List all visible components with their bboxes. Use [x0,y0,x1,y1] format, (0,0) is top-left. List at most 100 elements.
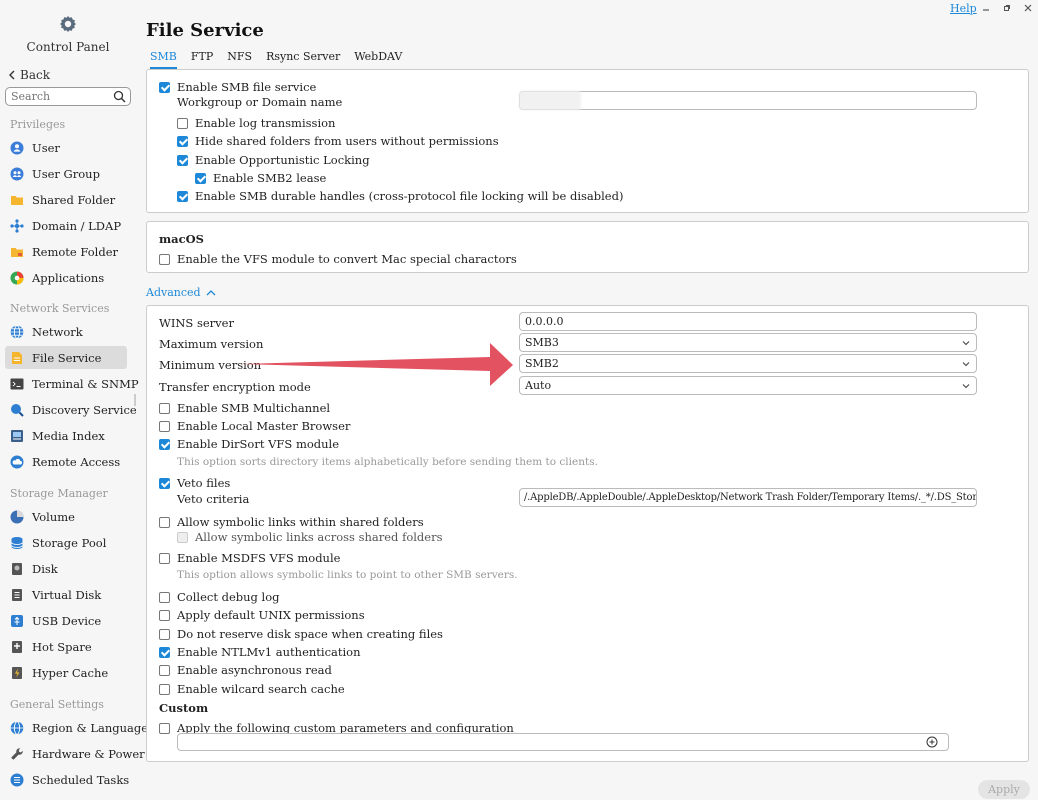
sidebar-item-applications[interactable]: Applications [5,266,127,289]
symlinks-within-checkbox[interactable] [159,516,170,528]
min-version-select[interactable]: SMB2 [519,354,977,373]
sidebar-item-hot-spare[interactable]: Hot Spare [5,635,127,658]
smb2-lease-checkbox[interactable] [195,172,206,184]
sidebar-item-usb-device[interactable]: USB Device [5,609,127,632]
ntlmv1-checkbox[interactable] [159,646,170,658]
symlinks-across-checkbox[interactable] [177,531,188,543]
debug-log-row[interactable]: Collect debug log [159,590,280,604]
sidebar-item-label: Network [32,324,83,339]
volume-icon [10,510,24,523]
workgroup-field[interactable] [519,91,977,110]
sidebar-item-shared-folder[interactable]: Shared Folder [5,188,127,211]
restore-icon[interactable] [1003,4,1011,12]
hide-shared-checkbox[interactable] [177,135,188,147]
vfs-mac-row[interactable]: Enable the VFS module to convert Mac spe… [159,252,517,266]
workgroup-input[interactable] [525,94,976,107]
ntlmv1-row[interactable]: Enable NTLMv1 authentication [159,645,361,659]
unix-perms-checkbox[interactable] [159,609,170,621]
section-general-settings: General Settings [10,698,104,711]
dirsort-row[interactable]: Enable DirSort VFS module [159,437,339,451]
sidebar-item-terminal-snmp[interactable]: Terminal & SNMP [5,372,139,395]
sidebar-item-hyper-cache[interactable]: Hyper Cache [5,661,127,684]
msdfs-checkbox[interactable] [159,552,170,564]
vfs-mac-checkbox[interactable] [159,253,170,265]
tab-ftp[interactable]: FTP [191,48,213,69]
enable-smb-checkbox[interactable] [159,81,170,93]
sidebar-item-file-service[interactable]: File Service [5,346,127,369]
dirsort-checkbox[interactable] [159,438,170,450]
msdfs-row[interactable]: Enable MSDFS VFS module [159,551,340,565]
search-icon[interactable] [113,90,126,103]
sidebar-item-remote-folder[interactable]: Remote Folder [5,240,127,263]
hide-shared-row[interactable]: Hide shared folders from users without p… [177,134,499,148]
sidebar-item-volume[interactable]: Volume [5,505,127,528]
sidebar-item-user-group[interactable]: User Group [5,162,127,185]
discovery-icon [11,403,24,417]
veto-files-row[interactable]: Veto files [159,476,230,490]
sidebar-item-user[interactable]: User [5,136,127,159]
custom-params-input[interactable] [183,735,948,749]
multichannel-row[interactable]: Enable SMB Multichannel [159,401,330,415]
enable-log-checkbox[interactable] [177,117,188,129]
apply-button[interactable]: Apply [978,780,1030,799]
custom-params-field[interactable] [177,733,949,751]
no-reserve-checkbox[interactable] [159,628,170,640]
max-version-select[interactable]: SMB3 [519,333,977,352]
tab-rsync-server[interactable]: Rsync Server [266,48,340,69]
user-icon [10,141,24,154]
wins-input[interactable] [525,315,976,328]
smb2-lease-row[interactable]: Enable SMB2 lease [195,171,326,185]
search-input[interactable] [6,88,106,105]
sidebar-item-region-language[interactable]: Region & Language [5,716,148,739]
local-master-checkbox[interactable] [159,420,170,432]
sidebar-item-network[interactable]: Network [5,320,127,343]
enable-log-row[interactable]: Enable log transmission [177,116,335,130]
search-box[interactable] [5,87,131,106]
wildcard-cache-row[interactable]: Enable wilcard search cache [159,682,345,696]
async-read-row[interactable]: Enable asynchronous read [159,663,332,677]
symlinks-within-row[interactable]: Allow symbolic links within shared folde… [159,515,424,529]
tab-webdav[interactable]: WebDAV [354,48,402,69]
wildcard-cache-checkbox[interactable] [159,683,170,695]
sidebar-item-label: File Service [32,350,102,365]
sidebar-item-virtual-disk[interactable]: Virtual Disk [5,583,127,606]
custom-params-checkbox[interactable] [159,722,170,734]
symlinks-across-row[interactable]: Allow symbolic links across shared folde… [177,530,443,544]
advanced-toggle[interactable]: Advanced [146,286,216,299]
sidebar-item-remote-access[interactable]: Remote Access [5,450,127,473]
tab-smb[interactable]: SMB [150,48,177,69]
sidebar-item-hardware-power[interactable]: Hardware & Power [5,742,145,765]
tab-nfs[interactable]: NFS [227,48,252,69]
sidebar-item-media-index[interactable]: Media Index [5,424,127,447]
applications-icon [10,271,24,284]
ntlmv1-label: Enable NTLMv1 authentication [177,645,361,659]
close-icon[interactable] [1024,4,1032,12]
sidebar-item-disk[interactable]: Disk [5,557,127,580]
help-link[interactable]: Help [950,2,977,15]
veto-files-checkbox[interactable] [159,477,170,489]
wins-field[interactable] [519,312,977,331]
sidebar-item-scheduled-tasks[interactable]: Scheduled Tasks [5,768,129,791]
async-read-checkbox[interactable] [159,664,170,676]
sidebar-item-storage-pool[interactable]: Storage Pool [5,531,127,554]
enable-smb-row[interactable]: Enable SMB file service [159,80,316,94]
local-master-row[interactable]: Enable Local Master Browser [159,419,350,433]
add-circle-icon[interactable] [926,736,938,748]
globe-icon [10,324,24,339]
transfer-enc-select[interactable]: Auto [519,376,977,395]
veto-criteria-field[interactable]: /.AppleDB/.AppleDouble/.AppleDesktop/Net… [519,488,977,507]
durable-handles-row[interactable]: Enable SMB durable handles (cross-protoc… [177,189,623,203]
sidebar-item-domain-ldap[interactable]: Domain / LDAP [5,214,127,237]
vfs-mac-label: Enable the VFS module to convert Mac spe… [177,252,517,266]
opportunistic-locking-checkbox[interactable] [177,154,188,166]
sidebar-item-discovery-service[interactable]: Discovery Service [5,398,137,421]
durable-handles-checkbox[interactable] [177,190,188,202]
unix-perms-row[interactable]: Apply default UNIX permissions [159,608,365,622]
opportunistic-locking-row[interactable]: Enable Opportunistic Locking [177,153,370,167]
sidebar-scroll-handle[interactable] [134,394,136,406]
minimize-icon[interactable] [982,4,990,12]
back-button[interactable]: Back [8,68,50,82]
debug-log-checkbox[interactable] [159,591,170,603]
multichannel-checkbox[interactable] [159,402,170,414]
no-reserve-row[interactable]: Do not reserve disk space when creating … [159,627,443,641]
